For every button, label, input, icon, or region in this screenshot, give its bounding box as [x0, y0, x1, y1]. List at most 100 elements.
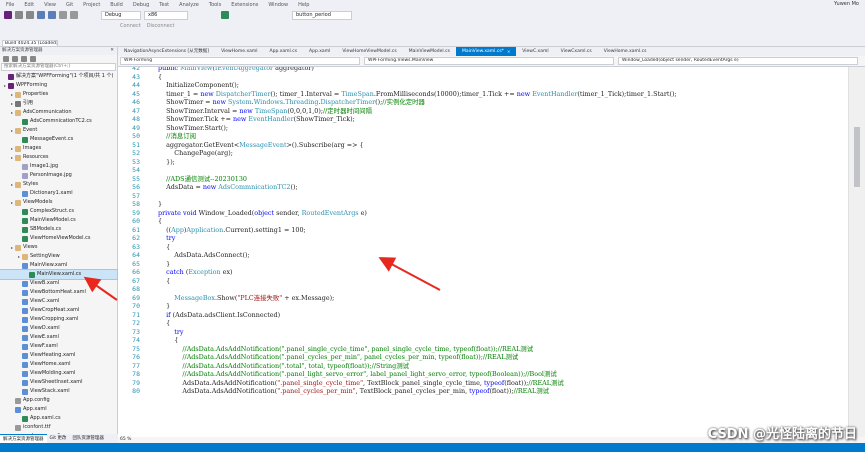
tree-item[interactable]: ViewSheetInset.xaml	[0, 378, 117, 387]
tree-item[interactable]: ViewBottomHeat.xaml	[0, 288, 117, 297]
configuration-select[interactable]: Debug	[101, 10, 141, 20]
panel-tab[interactable]: 解决方案资源管理器	[0, 434, 47, 443]
tree-item[interactable]: PersonImage.jpg	[0, 171, 117, 180]
tree-item[interactable]: AdsCommnicationTC2.cs	[0, 117, 117, 126]
back-icon[interactable]	[15, 11, 23, 19]
code-line[interactable]: try	[158, 328, 183, 337]
menu-item[interactable]: File	[6, 2, 14, 8]
code-line[interactable]: public MainView(IEventAggregator aggrega…	[158, 67, 314, 73]
target-select[interactable]: button_period	[292, 10, 352, 20]
zoom-level[interactable]: 65 %	[120, 437, 131, 442]
tree-item[interactable]: Image1.jpg	[0, 162, 117, 171]
document-tab[interactable]: MainView.xaml.cs* ✕	[455, 47, 517, 56]
code-editor[interactable]: 42 43 44 45 46 47 48 49 50 51 52 53 54 55 56 57 58 59 60 61…	[118, 67, 848, 437]
code-line[interactable]: AdsData.AdsAddNotification(".panel_singl…	[158, 379, 563, 388]
tree-item[interactable]: ViewMolding.xaml	[0, 369, 117, 378]
tree-item[interactable]: ViewD.xaml	[0, 324, 117, 333]
code-line[interactable]: }	[158, 260, 170, 269]
menu-item[interactable]: Window	[268, 2, 288, 8]
code-line[interactable]: //AdsData.AdsAddNotification(".panel_cyc…	[158, 353, 518, 362]
code-line[interactable]: {	[158, 319, 170, 328]
platform-select[interactable]: x86	[144, 10, 188, 20]
document-tab[interactable]: ViewC.xaml	[516, 47, 554, 56]
menu-item[interactable]: Extensions	[231, 2, 258, 8]
redo-icon[interactable]	[70, 11, 78, 19]
user-name[interactable]: Yuwen Mo	[834, 1, 859, 7]
scrollbar-thumb[interactable]	[854, 127, 860, 187]
tree-item[interactable]: ▸ 引用	[0, 99, 117, 108]
menu-item[interactable]: View	[44, 2, 56, 8]
forward-icon[interactable]	[26, 11, 34, 19]
menu-item[interactable]: Debug	[133, 2, 149, 8]
menu-item[interactable]: Edit	[24, 2, 34, 8]
code-line[interactable]: aggregator.GetEvent<MessageEvent>().Subs…	[158, 141, 363, 150]
tree-item[interactable]: ViewCropping.xaml	[0, 315, 117, 324]
tree-item[interactable]: ▸ Styles	[0, 180, 117, 189]
code-line[interactable]: AdsData = new AdsCommnicationTC2();	[158, 183, 297, 192]
code-line[interactable]: AdsData.AdsAddNotification(".panel_cycle…	[158, 387, 549, 396]
menu-item[interactable]: Project	[83, 2, 100, 8]
code-line[interactable]: //ADS通信测试--20230130	[158, 175, 247, 184]
code-line[interactable]: timer_1 = new DispatcherTimer(); timer_1…	[158, 90, 676, 99]
document-tab[interactable]: MainViewModel.cs	[403, 47, 456, 56]
code-line[interactable]: MessageBox.Show("PLC连接失败" + ex.Message);	[158, 294, 334, 303]
tree-item[interactable]: 解决方案"WPFForming"(1 个项目/共 1 个)	[0, 72, 117, 81]
code-line[interactable]: ShowTimer.Start();	[158, 124, 228, 133]
document-tab[interactable]: ViewCxaml.cs	[555, 47, 598, 56]
code-line[interactable]: ((App)Application.Current).setting1 = 10…	[158, 226, 306, 235]
menu-item[interactable]: Tools	[209, 2, 221, 8]
code-line[interactable]: {	[158, 217, 162, 226]
vertical-scrollbar[interactable]	[848, 67, 865, 437]
start-debug-icon[interactable]	[221, 11, 229, 19]
document-tab[interactable]: App.xaml.cs	[264, 47, 304, 56]
tree-item[interactable]: SBModels.cs	[0, 225, 117, 234]
code-line[interactable]: AdsData.AdsConnect();	[158, 251, 249, 260]
tree-item[interactable]: ▸ Resources	[0, 153, 117, 162]
project-select[interactable]: WPFForming	[120, 57, 360, 65]
menu-item[interactable]: Help	[298, 2, 309, 8]
code-line[interactable]: {	[158, 336, 178, 345]
code-line[interactable]: //AdsData.AdsAddNotification(".panel_sin…	[158, 345, 533, 354]
tree-item[interactable]: ViewHeating.xaml	[0, 351, 117, 360]
tree-item[interactable]: MainViewModel.cs	[0, 216, 117, 225]
code-line[interactable]: private void Window_Loaded(object sender…	[158, 209, 367, 218]
tree-item[interactable]: ViewF.xaml	[0, 342, 117, 351]
tree-item[interactable]: ViewHome.xaml	[0, 360, 117, 369]
tree-item[interactable]: App.config	[0, 396, 117, 405]
refresh-icon[interactable]	[21, 56, 27, 62]
disconnect-button[interactable]: Disconnect	[147, 23, 175, 29]
code-line[interactable]: ShowTimer.Interval = new TimeSpan(0,0,0,…	[158, 107, 372, 116]
tree-item[interactable]: ▸ Event	[0, 126, 117, 135]
save-icon[interactable]	[37, 11, 45, 19]
tree-item[interactable]: ViewStack.xaml	[0, 387, 117, 396]
document-tab[interactable]: NavigationAsyncExtensions [从元数据]	[118, 47, 215, 56]
panel-tab[interactable]: 团队资源管理器	[69, 434, 107, 443]
code-line[interactable]: {	[158, 73, 162, 82]
close-icon[interactable]: ✕	[110, 47, 114, 55]
tree-item[interactable]: ▸ ViewModels	[0, 198, 117, 207]
sync-icon[interactable]	[12, 56, 18, 62]
tree-item[interactable]: ▸ SettingView	[0, 252, 117, 261]
save-all-icon[interactable]	[48, 11, 56, 19]
tree-item[interactable]: App.xaml.cs	[0, 414, 117, 423]
code-line[interactable]: });	[158, 158, 175, 167]
build-select[interactable]: Build 4024.35 (Loaded)	[2, 40, 58, 47]
undo-icon[interactable]	[59, 11, 67, 19]
tree-item[interactable]: ViewC.xaml	[0, 297, 117, 306]
panel-tab[interactable]: Git 更改	[47, 434, 70, 443]
code-line[interactable]: {	[158, 243, 170, 252]
code-line[interactable]: ShowTimer = new System.Windows.Threading…	[158, 98, 425, 107]
tree-item[interactable]: App.xaml	[0, 405, 117, 414]
tree-item[interactable]: ViewE.xaml	[0, 333, 117, 342]
code-line[interactable]: if (AdsData.adsClient.IsConnected)	[158, 311, 280, 320]
menu-item[interactable]: Build	[110, 2, 123, 8]
tree-item[interactable]: ▸ AdsCommunication	[0, 108, 117, 117]
code-area[interactable]: public MainView(IEventAggregator aggrega…	[158, 67, 848, 437]
connect-button[interactable]: Connect	[120, 23, 141, 29]
document-tab[interactable]: App.xaml	[303, 47, 336, 56]
tree-item[interactable]: MainView.xaml	[0, 261, 117, 270]
tree-item[interactable]: ▸ Views	[0, 243, 117, 252]
document-tab[interactable]: ViewHome.xaml.cs	[598, 47, 653, 56]
home-icon[interactable]	[3, 56, 9, 62]
solution-search-input[interactable]: 搜索解决方案资源管理器(Ctrl+;)	[1, 63, 116, 71]
